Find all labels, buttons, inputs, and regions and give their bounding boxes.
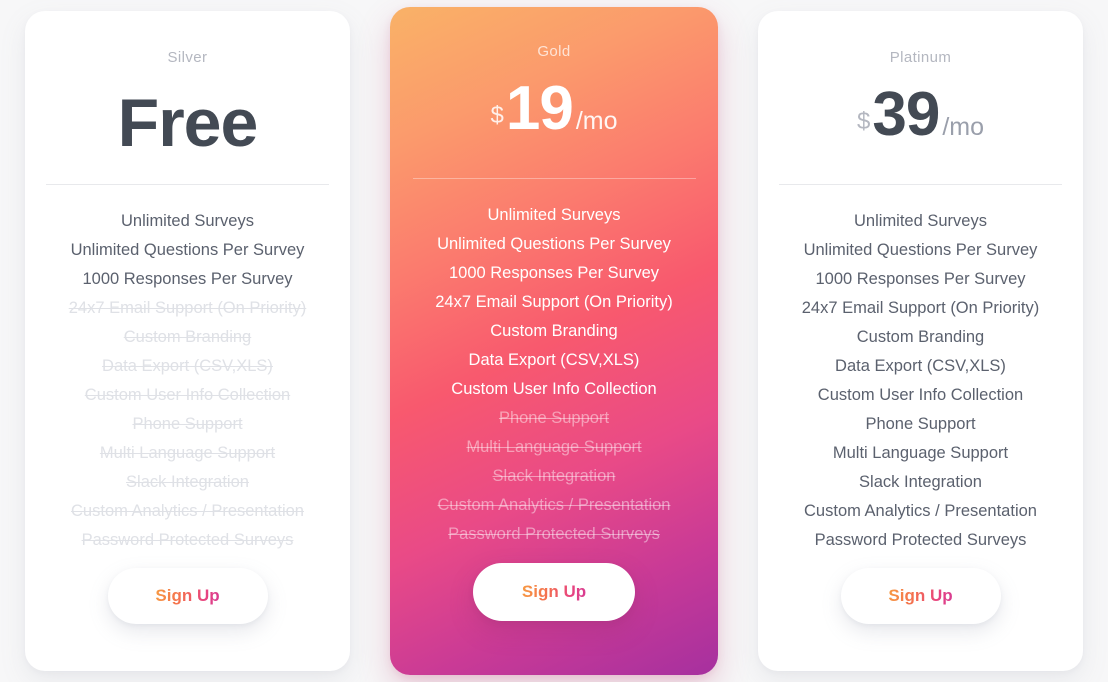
card-divider [779, 184, 1062, 185]
feature-item: Unlimited Surveys [121, 212, 254, 230]
feature-list-gold: Unlimited Surveys Unlimited Questions Pe… [390, 201, 718, 549]
feature-item: Custom Analytics / Presentation [437, 496, 671, 514]
feature-list-platinum: Unlimited Surveys Unlimited Questions Pe… [758, 207, 1083, 555]
feature-item: Custom Analytics / Presentation [71, 502, 304, 520]
feature-item: Password Protected Surveys [814, 531, 1027, 549]
feature-item: Multi Language Support [832, 444, 1009, 462]
price-amount-silver: Free [117, 85, 259, 161]
feature-item: Custom User Info Collection [451, 380, 657, 398]
feature-item: Phone Support [865, 415, 976, 433]
feature-item: Unlimited Surveys [854, 212, 987, 230]
plan-price-gold: $ 19 /mo [490, 78, 617, 156]
pricing-card-platinum[interactable]: Platinum $ 39 /mo Unlimited Surveys Unli… [758, 11, 1083, 671]
feature-item: Data Export (CSV,XLS) [102, 357, 273, 375]
feature-item: Phone Support [132, 415, 243, 433]
price-amount-gold: 19 [505, 74, 574, 143]
feature-item: Unlimited Surveys [487, 206, 621, 224]
price-amount-platinum: 39 [872, 80, 940, 149]
price-period-gold: /mo [575, 107, 618, 135]
signup-button-label: Sign Up [521, 582, 587, 601]
plan-name-silver: Silver [167, 49, 208, 66]
plan-name-gold: Gold [537, 43, 571, 60]
feature-item: 24x7 Email Support (On Priority) [801, 299, 1040, 317]
feature-item: Data Export (CSV,XLS) [835, 357, 1006, 375]
feature-item: Custom Analytics / Presentation [804, 502, 1037, 520]
feature-item: Custom Branding [856, 328, 985, 346]
price-currency-gold: $ [490, 102, 504, 129]
plan-price-silver: Free [117, 84, 259, 162]
feature-item: Password Protected Surveys [81, 531, 294, 549]
feature-item: Multi Language Support [99, 444, 276, 462]
feature-item: 24x7 Email Support (On Priority) [435, 293, 673, 311]
signup-button-label: Sign Up [155, 586, 220, 605]
feature-item: Unlimited Questions Per Survey [437, 235, 671, 253]
feature-item: Multi Language Support [466, 438, 642, 456]
feature-item: Password Protected Surveys [448, 525, 660, 543]
feature-item: Phone Support [498, 409, 610, 427]
card-divider [46, 184, 329, 185]
signup-button-platinum[interactable]: Sign Up [840, 568, 1001, 624]
feature-item: Unlimited Questions Per Survey [803, 241, 1038, 259]
plan-price-platinum: $ 39 /mo [857, 84, 984, 162]
pricing-table: Silver Free Unlimited Surveys Unlimited … [0, 0, 1108, 682]
feature-list-silver: Unlimited Surveys Unlimited Questions Pe… [25, 207, 350, 555]
feature-item: Data Export (CSV,XLS) [468, 351, 640, 369]
signup-button-label: Sign Up [888, 586, 953, 605]
feature-item: Custom User Info Collection [817, 386, 1024, 404]
feature-item: Custom Branding [490, 322, 618, 340]
price-currency-platinum: $ [856, 108, 871, 135]
feature-item: Custom User Info Collection [84, 386, 291, 404]
signup-button-gold[interactable]: Sign Up [473, 563, 635, 621]
feature-item: Custom Branding [123, 328, 252, 346]
card-divider [412, 178, 696, 179]
signup-slot: Sign Up [758, 568, 1083, 671]
feature-item: Slack Integration [492, 467, 616, 485]
plan-name-platinum: Platinum [889, 49, 952, 66]
signup-slot: Sign Up [390, 563, 718, 675]
feature-item: Slack Integration [859, 473, 982, 491]
pricing-card-gold[interactable]: Gold $ 19 /mo Unlimited Surveys Unlimite… [390, 7, 718, 675]
feature-item: 1000 Responses Per Survey [448, 264, 660, 282]
feature-item: Unlimited Questions Per Survey [70, 241, 305, 259]
price-period-platinum: /mo [942, 113, 984, 141]
signup-slot: Sign Up [25, 568, 350, 671]
signup-button-silver[interactable]: Sign Up [107, 568, 268, 624]
pricing-card-silver[interactable]: Silver Free Unlimited Surveys Unlimited … [25, 11, 350, 671]
feature-item: 1000 Responses Per Survey [82, 270, 293, 288]
feature-item: Slack Integration [126, 473, 249, 491]
feature-item: 24x7 Email Support (On Priority) [68, 299, 307, 317]
feature-item: 1000 Responses Per Survey [815, 270, 1026, 288]
